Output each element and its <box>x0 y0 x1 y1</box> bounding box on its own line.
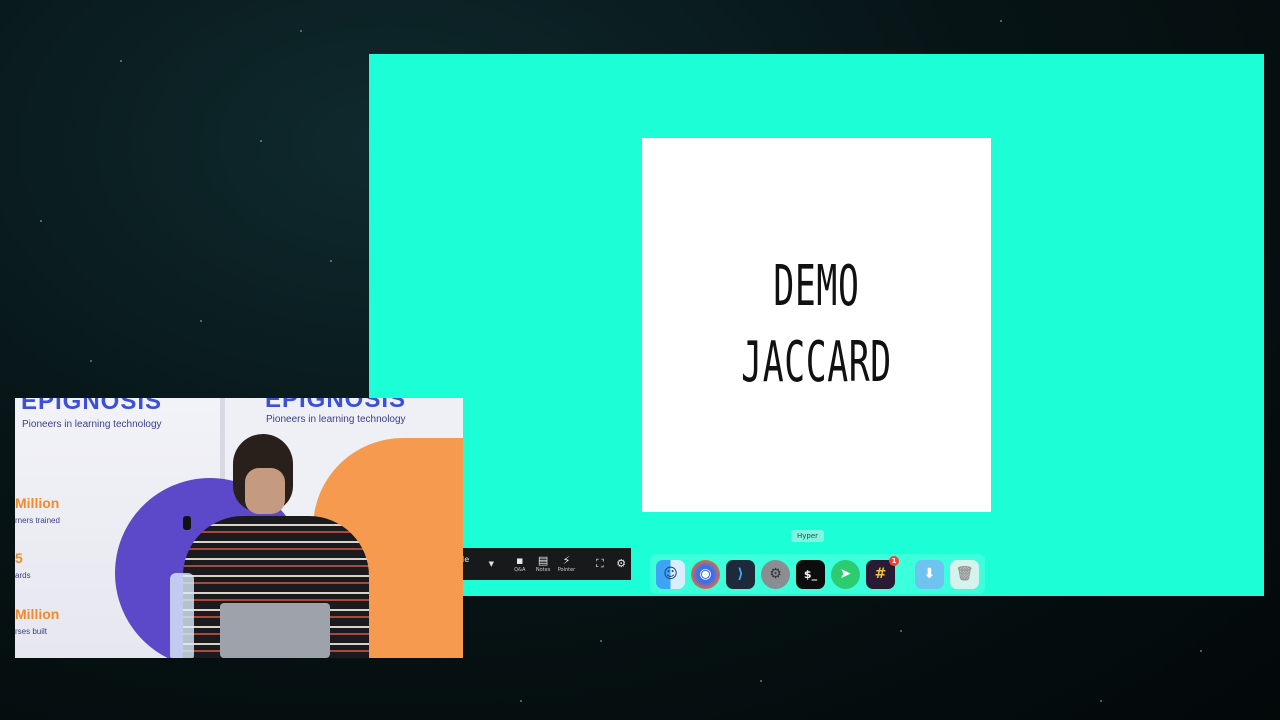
speaker-face <box>245 468 285 514</box>
system-preferences-icon[interactable]: ⚙ <box>761 559 790 589</box>
slide-card: DEMO JACCARD <box>642 138 991 512</box>
fullscreen-button[interactable]: ⛶ <box>588 548 611 580</box>
microphone <box>183 516 191 530</box>
dock-tooltip: Hyper <box>791 530 825 542</box>
notes-icon: ▤ <box>537 553 549 567</box>
fullscreen-icon: ⛶ <box>595 557 604 570</box>
pointer-button[interactable]: ⚡ Pointer <box>555 548 578 580</box>
banner-tagline-right: Pioneers in learning technology <box>266 414 406 425</box>
caret-down-icon: ▼ <box>488 560 495 568</box>
pointer-icon: ⚡ <box>562 553 571 567</box>
macos-dock: ☺ ◉ ⟩ ⚙ $_ ➤ # 1 ⬇ 🗑 <box>650 554 985 594</box>
trash-icon[interactable]: 🗑 <box>950 559 979 589</box>
slack-icon[interactable]: # 1 <box>866 555 899 589</box>
qa-label: Q&A <box>514 566 526 573</box>
notes-button[interactable]: ▤ Notes <box>531 548 554 580</box>
slide-title-line-2: JACCARD <box>741 330 892 395</box>
banner-stat-1-label: rners trained <box>15 516 60 525</box>
banner-brand-left: EPIGNOSIS <box>21 398 163 415</box>
speaker-camera-feed: EPIGNOSIS Pioneers in learning technolog… <box>15 398 463 658</box>
settings-button[interactable]: ⚙ <box>612 548 631 580</box>
firefox-icon[interactable]: ◉ <box>691 559 720 589</box>
finder-icon[interactable]: ☺ <box>656 559 685 589</box>
gear-icon: ⚙ <box>616 557 627 570</box>
banner-stat-3-value: Million <box>15 606 60 622</box>
notes-label: Notes <box>535 566 551 573</box>
slide-title-line-1: DEMO <box>773 254 860 319</box>
banner-stat-2-value: 5 <box>15 550 23 566</box>
qa-button[interactable]: ▪ Q&A <box>508 548 531 580</box>
banner-stat-3-label: rses built <box>15 627 48 636</box>
banner-stat-1-value: Million <box>15 495 60 511</box>
chat-icon: ▪ <box>516 553 524 567</box>
telegram-icon[interactable]: ➤ <box>831 559 860 589</box>
banner-tagline-left: Pioneers in learning technology <box>22 419 162 430</box>
hyper-terminal-icon[interactable]: $_ <box>796 559 825 589</box>
presentation-screen: DEMO JACCARD ‹ ▶ › Slide 18 ▼ ▪ Q&A ▤ No… <box>369 54 1264 596</box>
speaker-laptop <box>220 603 330 658</box>
slack-badge: 1 <box>889 555 899 566</box>
downloads-folder-icon[interactable]: ⬇ <box>915 559 944 589</box>
banner-stat-2-label: ards <box>15 571 31 580</box>
vscode-icon[interactable]: ⟩ <box>726 559 755 589</box>
pointer-label: Pointer <box>557 566 576 573</box>
banner-brand-right: EPIGNOSIS <box>265 398 407 413</box>
water-bottle <box>170 573 194 658</box>
